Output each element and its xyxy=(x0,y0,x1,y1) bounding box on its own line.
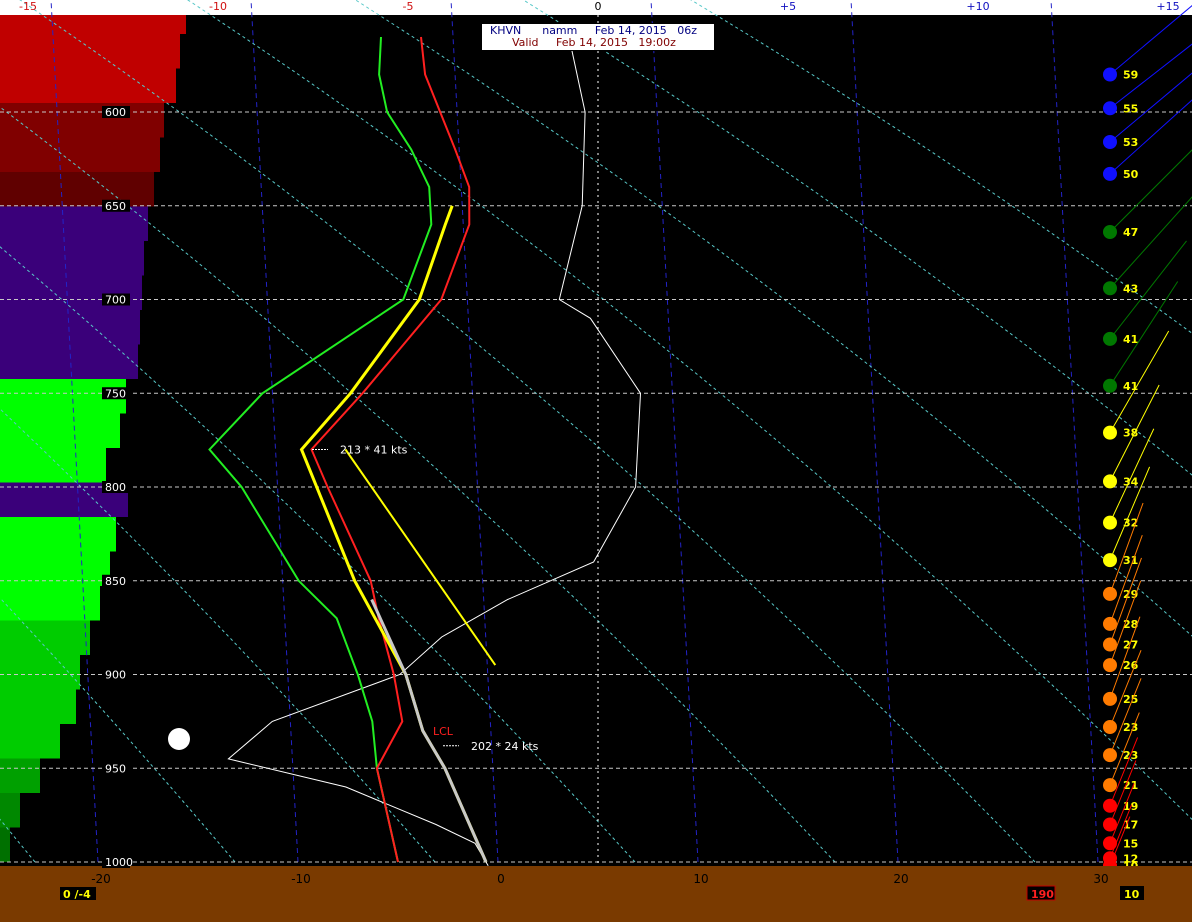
bottom-axis-tick: 10 xyxy=(693,872,708,886)
wind-dot xyxy=(1103,553,1117,568)
pressure-label-text: 900 xyxy=(105,669,126,682)
wind-speed-label: 38 xyxy=(1123,427,1138,440)
wind-dot xyxy=(1103,720,1117,734)
wind-speed-label: 50 xyxy=(1123,168,1139,181)
left-profile-bar xyxy=(0,103,164,138)
left-profile-bar xyxy=(0,448,106,483)
bottom-axis-tick: 30 xyxy=(1093,872,1108,886)
bottom-axis-tick: 0 xyxy=(497,872,505,886)
top-axis-tick: +15 xyxy=(1156,0,1179,13)
pressure-label: 700 xyxy=(102,293,130,307)
top-axis-tick: +10 xyxy=(966,0,989,13)
wind-speed-label: 27 xyxy=(1123,639,1138,652)
left-profile-bar xyxy=(0,344,138,379)
pressure-label-text: 650 xyxy=(105,200,126,213)
left-profile-bar xyxy=(0,15,186,34)
bottom-axis-tick: -10 xyxy=(291,872,311,886)
pressure-label: 800 xyxy=(102,481,130,494)
wind-dot xyxy=(1103,281,1117,296)
wind-dot xyxy=(1103,778,1117,793)
wind-dot xyxy=(1103,798,1117,813)
wind-speed-label: 55 xyxy=(1123,102,1138,115)
top-axis-tick: +5 xyxy=(780,0,796,13)
wind-speed-label: 59 xyxy=(1123,69,1138,82)
pressure-label-text: 600 xyxy=(105,106,126,119)
wind-dot xyxy=(1103,836,1117,851)
left-profile-bar xyxy=(0,241,144,276)
left-profile-bar xyxy=(0,827,10,862)
left-profile-bar xyxy=(0,620,90,655)
left-profile-bar xyxy=(0,137,160,172)
left-profile-bar xyxy=(0,172,154,207)
pressure-label-text: 850 xyxy=(105,575,126,588)
wind-dot xyxy=(1103,748,1117,763)
lcl-label: LCL xyxy=(433,725,454,738)
wind-speed-label: 47 xyxy=(1123,226,1138,239)
wind-speed-label: 15 xyxy=(1123,837,1138,850)
left-profile-bar xyxy=(0,758,40,793)
pressure-label: 950 xyxy=(102,762,130,775)
bottom-axis-tick: -20 xyxy=(91,872,111,886)
pressure-label-text: 750 xyxy=(105,387,126,400)
title-box: KHVN namm Feb 14, 2015 06z Valid Feb 14,… xyxy=(481,23,715,51)
top-axis-tick: -5 xyxy=(403,0,414,13)
wind-speed-label: 41 xyxy=(1123,380,1138,393)
pressure-label: 600 xyxy=(102,106,130,119)
left-profile-bar xyxy=(0,517,116,552)
pressure-label-text: 800 xyxy=(105,481,126,494)
pressure-label: 750 xyxy=(102,387,130,400)
pressure-label-text: 1000 xyxy=(105,856,133,869)
wind-speed-label: 31 xyxy=(1123,554,1138,567)
wind-dot xyxy=(1103,817,1117,832)
wind-speed-label: 43 xyxy=(1123,282,1138,295)
pressure-label: 650 xyxy=(102,199,130,213)
pressure-label-text: 700 xyxy=(105,294,126,307)
top-axis-tick: -10 xyxy=(209,0,227,13)
top-axis-tick: 0 xyxy=(595,0,602,13)
pressure-label: 900 xyxy=(102,668,130,682)
wind-dot xyxy=(1103,225,1117,239)
wind-dot xyxy=(1103,616,1117,631)
skewt-plot: 5955535047434141383432312928272625232321… xyxy=(0,0,1192,922)
bottom-left-label: 0 /-4 xyxy=(63,888,91,901)
wind-dot xyxy=(1103,515,1117,530)
wind-dot xyxy=(1103,166,1117,181)
wind-dot xyxy=(1103,691,1117,706)
wind-speed-label: 53 xyxy=(1123,136,1138,149)
wind-dot xyxy=(1103,135,1117,149)
valid-line: Valid Feb 14, 2015 19:00z xyxy=(512,36,676,49)
bottom-left-box: 0 /-4 xyxy=(60,887,96,901)
pressure-label: 1000 xyxy=(102,856,133,869)
marker-dot xyxy=(168,728,190,750)
pressure-label: 850 xyxy=(102,574,130,588)
skewt-sounding-chart: { "header": { "station_line": "KHVN namm… xyxy=(0,0,1192,922)
left-profile-bar xyxy=(0,724,60,759)
left-profile-bar xyxy=(0,413,120,448)
wind-annotation: 202 * 24 kts xyxy=(471,740,539,753)
wind-dot xyxy=(1103,378,1117,393)
bottom-right-label: 10 xyxy=(1124,888,1140,901)
wind-dot xyxy=(1103,101,1117,116)
wind-dot xyxy=(1103,586,1117,601)
wind-dot xyxy=(1103,331,1117,346)
top-axis-tick: -15 xyxy=(19,0,37,13)
wind-speed-label: 23 xyxy=(1123,721,1138,734)
wind-dot xyxy=(1103,425,1117,440)
bottom-right-value: 190 xyxy=(1031,888,1054,901)
wind-annotation: 213 * 41 kts xyxy=(340,444,408,457)
left-profile-bar xyxy=(0,689,76,724)
left-profile-bar xyxy=(0,68,176,103)
left-profile-bar xyxy=(0,34,180,69)
ground-band xyxy=(0,866,1192,922)
top-axis: -15 -10 -5 0 +5 +10 +15 xyxy=(19,0,1180,13)
pressure-label-text: 950 xyxy=(105,762,126,775)
wind-dot xyxy=(1103,637,1117,652)
bottom-axis-tick: 20 xyxy=(893,872,908,886)
wind-speed-label: 41 xyxy=(1123,333,1138,346)
wind-dot xyxy=(1103,67,1117,82)
wind-dot xyxy=(1103,474,1117,489)
wind-dot xyxy=(1103,658,1117,673)
